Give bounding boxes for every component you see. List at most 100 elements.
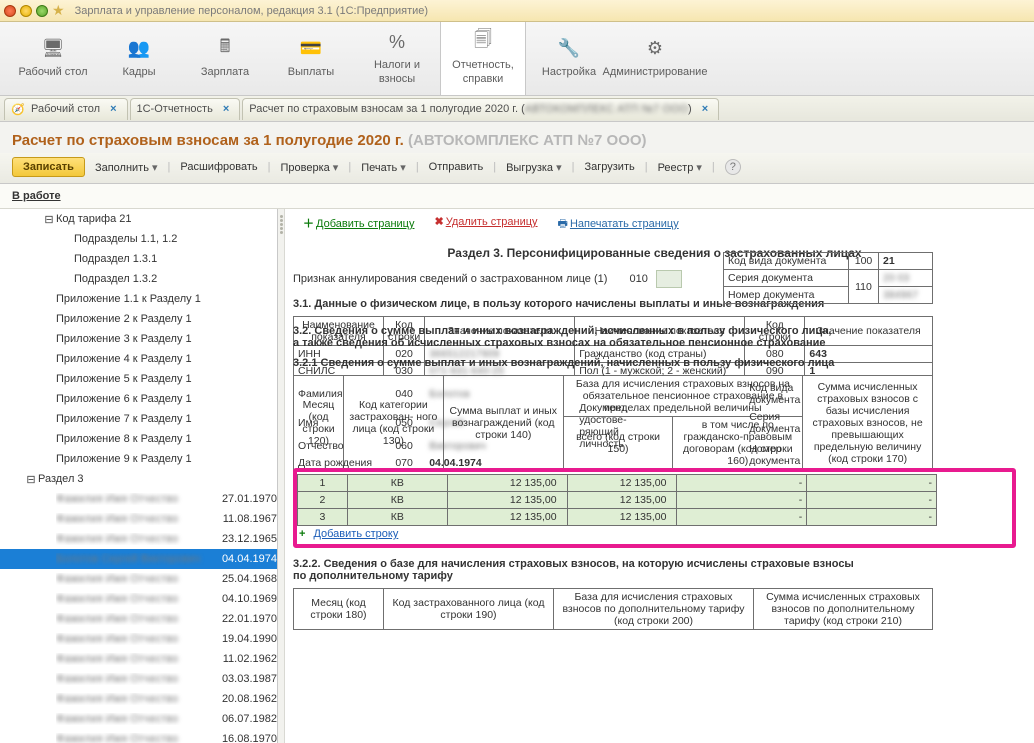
tree-item[interactable]: Приложение 7 к Разделу 1 [0, 409, 277, 429]
cancel-flag-label: Признак аннулирования сведений о застрах… [293, 273, 607, 285]
record-button[interactable]: Записать [12, 157, 85, 177]
favorite-icon[interactable]: ★ [52, 2, 65, 19]
tree-item[interactable]: Подраздел 1.3.1 [0, 249, 277, 269]
window-maximize-icon[interactable] [36, 5, 48, 17]
tree-item[interactable]: Фамилия Имя Отчество 27.01.1970 [0, 489, 277, 509]
window-minimize-icon[interactable] [20, 5, 32, 17]
main-tab-icon: % [389, 31, 405, 53]
main-tab-2[interactable]: 🖩Зарплата [182, 22, 268, 95]
main-tab-icon: 💳 [300, 38, 322, 60]
tree-item[interactable]: Приложение 8 к Разделу 1 [0, 429, 277, 449]
close-icon[interactable]: × [223, 103, 229, 115]
print-page-link[interactable]: 🖶Напечатать страницу [558, 215, 679, 234]
tree-item-label: Фамилия Имя Отчество [56, 513, 223, 525]
tree-item[interactable]: Приложение 4 к Разделу 1 [0, 349, 277, 369]
tree-item[interactable]: Фамилия Имя Отчество 06.07.1982 [0, 709, 277, 729]
tree-item[interactable]: Приложение 6 к Разделу 1 [0, 389, 277, 409]
main-tab-0[interactable]: 🖥 Рабочий стол [10, 22, 96, 95]
add-page-link[interactable]: ＋Добавить страницу [303, 215, 414, 234]
check-button[interactable]: Проверка [280, 161, 338, 174]
cross-icon: ✖ [434, 215, 443, 228]
decode-button[interactable]: Расшифровать [180, 161, 257, 173]
tree-item[interactable]: Приложение 1.1 к Разделу 1 [0, 289, 277, 309]
tree-item[interactable]: Фамилия Имя Отчество 22.01.1970 [0, 609, 277, 629]
page-title: Расчет по страховым взносам за 1 полугод… [12, 132, 1022, 149]
tree-group[interactable]: ⊟Код тарифа 21 [0, 209, 277, 229]
main-tab-icon: 🖥 [42, 38, 65, 60]
tree-item[interactable]: Фамилия Имя Отчество 16.08.1970 [0, 729, 277, 743]
send-button[interactable]: Отправить [429, 161, 484, 173]
table-row[interactable]: 1КВ12 135,0012 135,00-- [298, 475, 937, 492]
table-row[interactable]: 3КВ12 135,0012 135,00-- [298, 509, 937, 526]
tree-item[interactable]: Болотов Сергей Викторович 04.04.1974 [0, 549, 277, 569]
tree-item[interactable]: Приложение 9 к Разделу 1 [0, 449, 277, 469]
tree-item[interactable]: Фамилия Имя Отчество 19.04.1990 [0, 629, 277, 649]
main-tab-5[interactable]: 🗐Отчетность, справки [440, 22, 526, 95]
load-button[interactable]: Загрузить [584, 161, 634, 173]
upload-button[interactable]: Выгрузка [506, 161, 562, 174]
expand-icon[interactable]: ⊟ [42, 213, 56, 226]
tree-item[interactable]: Фамилия Имя Отчество 11.02.1962 [0, 649, 277, 669]
tree-item-label: Фамилия Имя Отчество [56, 673, 222, 685]
tree-item[interactable]: Фамилия Имя Отчество 20.08.1962 [0, 689, 277, 709]
tree-item-label: Приложение 8 к Разделу 1 [56, 433, 277, 445]
tree-item-label: Фамилия Имя Отчество [56, 493, 222, 505]
registry-button[interactable]: Реестр [658, 161, 702, 174]
main-navigation: 🖥 Рабочий стол 👥 Кадры 🖩Зарплата💳Выплаты%Нал… [0, 22, 1034, 96]
table-row[interactable]: 2КВ12 135,0012 135,00-- [298, 492, 937, 509]
expand-icon[interactable]: ⊟ [24, 473, 38, 486]
tree-item[interactable]: Подразделы 1.1, 1.2 [0, 229, 277, 249]
table-3-2-1-body[interactable]: 1КВ12 135,0012 135,00--2КВ12 135,0012 13… [297, 474, 937, 526]
table-3-1-doc-vals: Код вида документа10021 Серия документа1… [723, 252, 933, 304]
main-tab-4[interactable]: %Налоги и взносы [354, 22, 440, 95]
content-commands: ＋Добавить страницу ✖Удалить страницу 🖶На… [293, 213, 1016, 242]
main-tab-label: Кадры [119, 66, 160, 79]
tree-item[interactable]: Фамилия Имя Отчество 04.10.1969 [0, 589, 277, 609]
tree-item[interactable]: Приложение 5 к Разделу 1 [0, 369, 277, 389]
tree-item-label: Приложение 3 к Разделу 1 [56, 333, 277, 345]
tree-item-label: Приложение 1.1 к Разделу 1 [56, 293, 277, 305]
doc-tab-1[interactable]: 1С-Отчетность× [130, 98, 241, 120]
close-icon[interactable]: × [702, 103, 708, 115]
section-tree[interactable]: ⊟Код тарифа 21Подразделы 1.1, 1.2 Подразд… [0, 209, 278, 743]
main-tab-icon: 👥 [128, 38, 150, 60]
tree-item-label: Раздел 3 [38, 473, 277, 485]
fill-button[interactable]: Заполнить [95, 161, 158, 174]
sub-3-2-1-header: 3.2.1 Сведения о сумме выплат и иных воз… [293, 357, 1016, 369]
main-tab-icon: 🗐 [474, 31, 492, 53]
main-tab-label: Зарплата [197, 66, 253, 79]
main-tab-label: Рабочий стол [14, 66, 91, 79]
tree-item[interactable]: Фамилия Имя Отчество 11.08.1967 [0, 509, 277, 529]
main-tab-1[interactable]: 👥 Кадры [96, 22, 182, 95]
tree-item[interactable]: Приложение 2 к Разделу 1 [0, 309, 277, 329]
main-tab-7[interactable]: ⚙Администрирование [612, 22, 698, 95]
splitter[interactable] [278, 209, 285, 743]
tree-item[interactable]: Фамилия Имя Отчество 03.03.1987 [0, 669, 277, 689]
print-button[interactable]: Печать [361, 161, 406, 174]
main-tab-3[interactable]: 💳Выплаты [268, 22, 354, 95]
tree-item-label: Подраздел 1.3.1 [74, 253, 277, 265]
cancel-flag-input[interactable] [656, 270, 682, 288]
tree-item-label: Фамилия Имя Отчество [56, 653, 223, 665]
plus-icon: + [299, 528, 305, 540]
doc-tab-2[interactable]: Расчет по страховым взносам за 1 полугод… [242, 98, 719, 120]
doc-tab-0[interactable]: 🧭Рабочий стол× [4, 98, 128, 120]
main-tab-label: Настройка [538, 66, 600, 79]
tree-item[interactable]: Фамилия Имя Отчество 25.04.1968 [0, 569, 277, 589]
help-icon[interactable]: ? [725, 159, 741, 175]
window-close-icon[interactable] [4, 5, 16, 17]
document-status: В работе [0, 184, 1034, 209]
tree-item[interactable]: Подраздел 1.3.2 [0, 269, 277, 289]
page-header: Расчет по страховым взносам за 1 полугод… [0, 122, 1034, 153]
close-icon[interactable]: × [110, 103, 116, 115]
highlight-3-2-1-rows: 1КВ12 135,0012 135,00--2КВ12 135,0012 13… [293, 468, 1016, 548]
home-icon: 🧭 [11, 102, 25, 116]
status-link[interactable]: В работе [12, 190, 61, 202]
sub-3-2-2-header: 3.2.2. Сведения о базе для начисления ст… [293, 558, 1016, 582]
tree-item[interactable]: Фамилия Имя Отчество 23.12.1965 [0, 529, 277, 549]
tree-item[interactable]: Приложение 3 к Разделу 1 [0, 329, 277, 349]
delete-page-link[interactable]: ✖Удалить страницу [434, 215, 537, 234]
main-tab-6[interactable]: 🔧Настройка [526, 22, 612, 95]
add-row-link[interactable]: Добавить строку [307, 526, 398, 540]
tree-group[interactable]: ⊟Раздел 3 [0, 469, 277, 489]
